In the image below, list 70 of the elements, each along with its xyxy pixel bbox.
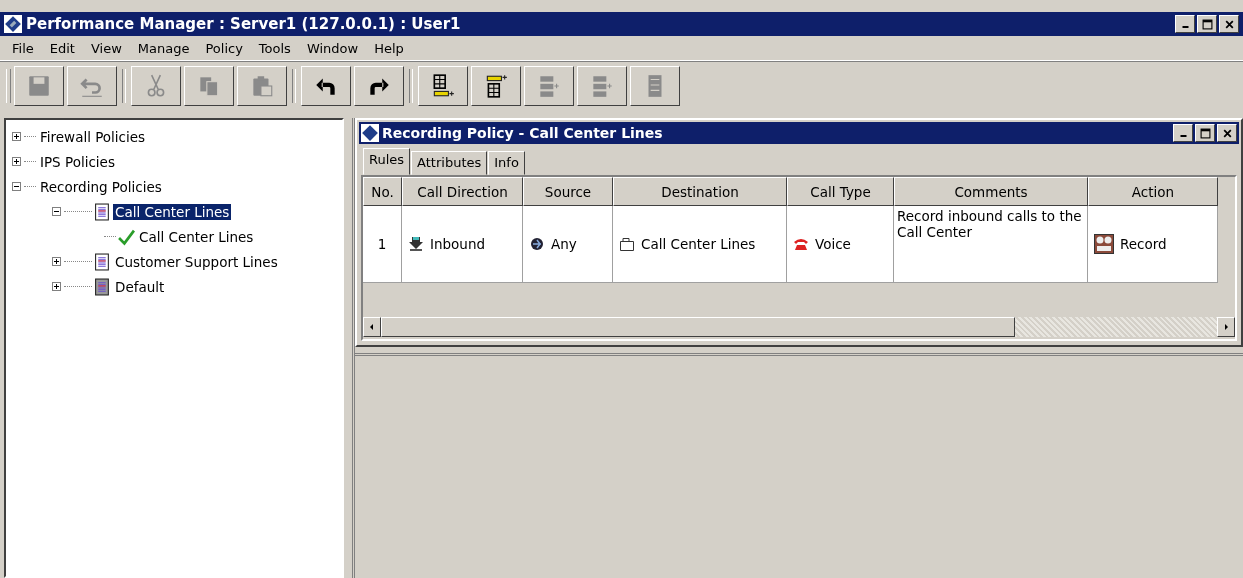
scroll-right-icon[interactable] xyxy=(1222,323,1230,331)
table-cell: 1 xyxy=(377,236,387,252)
column-header[interactable]: Action xyxy=(1088,177,1218,206)
horizontal-scrollbar[interactable] xyxy=(363,317,1235,337)
tree-item[interactable]: Recording Policies xyxy=(38,178,164,195)
document-icon xyxy=(94,202,111,221)
menu-item[interactable]: File xyxy=(4,40,42,56)
tree-item[interactable]: Firewall Policies xyxy=(38,128,148,145)
expand-toggle[interactable] xyxy=(12,157,24,166)
column-header[interactable]: Source xyxy=(523,177,613,206)
document-icon xyxy=(94,277,111,296)
close-icon xyxy=(1221,127,1233,139)
insert-below-button[interactable] xyxy=(418,66,468,106)
maximize-button[interactable] xyxy=(1195,124,1215,142)
document-icon xyxy=(94,252,111,271)
expand-toggle[interactable] xyxy=(52,257,64,266)
column-header[interactable]: Call Type xyxy=(787,177,894,206)
column-header[interactable]: Call Direction xyxy=(402,177,523,206)
table-cell: Any xyxy=(551,236,577,252)
close-icon xyxy=(1223,18,1235,30)
folder-icon xyxy=(619,236,635,252)
minimize-button[interactable] xyxy=(1173,124,1193,142)
menu-item[interactable]: Policy xyxy=(197,40,251,56)
scroll-left-icon[interactable] xyxy=(368,323,376,331)
app-logo-icon xyxy=(361,124,379,142)
table-cell: Call Center Lines xyxy=(641,236,756,252)
maximize-button[interactable] xyxy=(1197,15,1217,33)
tree-item[interactable]: Default xyxy=(113,278,167,295)
app-logo-icon xyxy=(4,15,22,33)
forward-button[interactable] xyxy=(354,66,404,106)
table-cell-text: Record inbound calls to the Call Center xyxy=(897,208,1083,240)
tab[interactable]: Info xyxy=(488,151,525,175)
expand-toggle[interactable] xyxy=(12,182,24,191)
menu-item[interactable]: Tools xyxy=(250,40,299,56)
column-header[interactable]: No. xyxy=(363,177,402,206)
table-cell: Inbound xyxy=(430,236,486,252)
menu-item[interactable]: Edit xyxy=(41,40,83,56)
table-cell: Record xyxy=(1120,236,1167,252)
close-button[interactable] xyxy=(1217,124,1237,142)
tree-item[interactable]: Call Center Lines xyxy=(137,228,256,245)
inbound-icon xyxy=(408,236,424,252)
tab[interactable]: Rules xyxy=(363,148,411,175)
maximize-icon xyxy=(1201,18,1213,30)
back-button[interactable] xyxy=(301,66,351,106)
window-title: Performance Manager : Server1 (127.0.0.1) : User1 xyxy=(26,15,461,33)
tape-recorder-icon xyxy=(1094,234,1114,254)
minimize-button[interactable] xyxy=(1175,15,1195,33)
expand-toggle[interactable] xyxy=(12,132,24,141)
close-button[interactable] xyxy=(1219,15,1239,33)
tree-item[interactable]: Customer Support Lines xyxy=(113,253,280,270)
menu-item[interactable]: Help xyxy=(366,40,412,56)
globe-icon xyxy=(529,236,545,252)
expand-toggle[interactable] xyxy=(52,282,64,291)
window-title: Recording Policy - Call Center Lines xyxy=(382,125,663,141)
tree-item[interactable]: Call Center Lines xyxy=(113,203,232,220)
minimize-icon xyxy=(1181,26,1189,28)
maximize-icon xyxy=(1199,127,1211,139)
menu-item[interactable]: Manage xyxy=(129,40,198,56)
menu-item[interactable]: View xyxy=(82,40,130,56)
minimize-icon xyxy=(1179,135,1187,137)
table-cell: Voice xyxy=(815,236,851,252)
insert-above-button[interactable] xyxy=(471,66,521,106)
phone-icon xyxy=(793,236,809,252)
column-header[interactable]: Destination xyxy=(613,177,787,206)
tab[interactable]: Attributes xyxy=(411,151,488,175)
menu-item[interactable]: Window xyxy=(298,40,367,56)
column-header[interactable]: Comments xyxy=(894,177,1088,206)
tree-item[interactable]: IPS Policies xyxy=(38,153,117,170)
expand-toggle[interactable] xyxy=(52,207,64,216)
checkmark-icon xyxy=(118,227,135,246)
